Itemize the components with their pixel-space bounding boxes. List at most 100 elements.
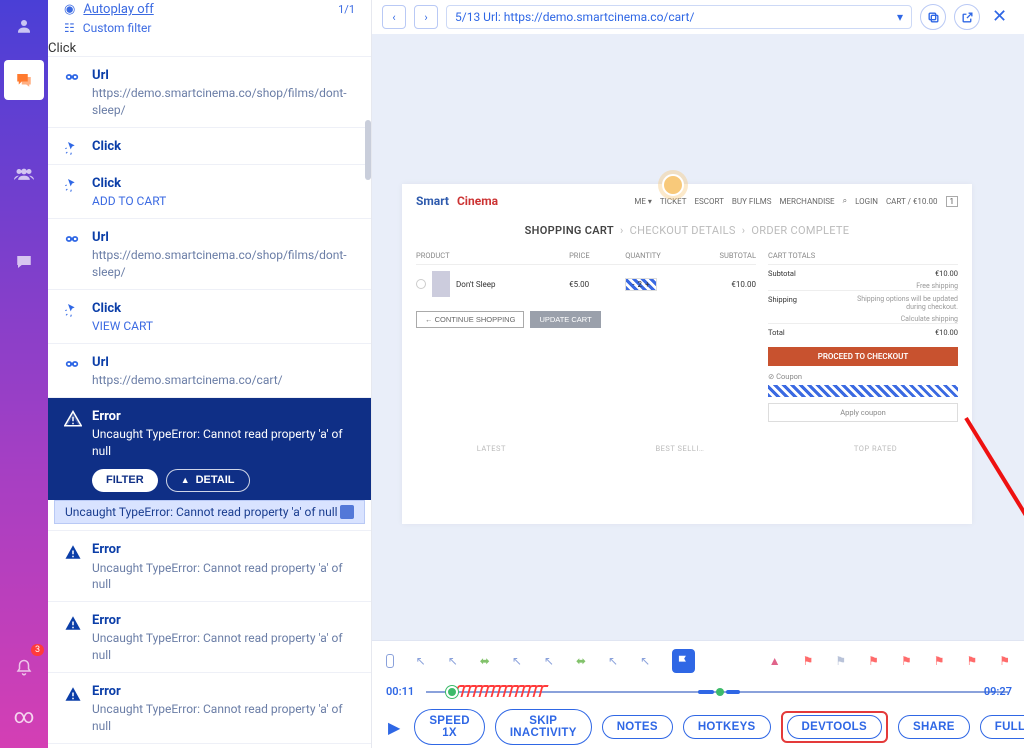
scrollbar-thumb[interactable] — [365, 120, 371, 180]
rail-chat-icon[interactable] — [4, 242, 44, 282]
stop-icon[interactable] — [386, 654, 394, 668]
event-error-active[interactable]: Error Uncaught TypeError: Cannot read pr… — [48, 397, 371, 501]
click-icon-2[interactable]: ↖ — [448, 651, 458, 671]
event-title: Url — [92, 354, 283, 372]
page-footer-tabs: LATEST BEST SELLI… TOP RATED — [402, 432, 972, 465]
nav-next-button[interactable]: › — [414, 5, 438, 29]
error-filter-button[interactable]: FILTER — [92, 469, 158, 492]
event-row[interactable]: Click ADD TO CART — [48, 164, 371, 218]
nav-prev-button[interactable]: ‹ — [382, 5, 406, 29]
click-icon-3[interactable]: ↖ — [512, 651, 522, 671]
coupon-input — [768, 385, 958, 397]
error-icon — [64, 541, 92, 593]
notes-button[interactable]: NOTES — [602, 715, 673, 739]
event-row[interactable]: Click VIEW CART — [48, 289, 371, 343]
ct-calcship: Calculate shipping — [768, 315, 958, 323]
error-detail-line[interactable]: Uncaught TypeError: Cannot read property… — [54, 500, 365, 524]
play-button[interactable]: ▶ — [388, 718, 400, 737]
event-title: Click — [92, 175, 166, 193]
event-error-row[interactable]: Error Uncaught TypeError: Cannot read pr… — [48, 601, 371, 672]
timeline[interactable]: 00:11 09:27 — [426, 685, 1008, 699]
flag-icon-6[interactable]: ⚑ — [966, 651, 977, 671]
ct-total-label: Total — [768, 328, 785, 337]
ct-subtotal-label: Subtotal — [768, 269, 796, 278]
flag-active-icon[interactable] — [672, 649, 695, 673]
th-price: PRICE — [569, 251, 621, 260]
click-icon-5[interactable]: ↖ — [608, 651, 618, 671]
rail-infinity-icon[interactable]: ∞ — [4, 696, 44, 736]
rail-notifications-icon[interactable]: 3 — [4, 648, 44, 688]
time-start: 00:11 — [386, 685, 414, 698]
warn-icon[interactable]: ▲ — [769, 651, 781, 671]
foot-best: BEST SELLI… — [655, 444, 704, 453]
error-message: Uncaught TypeError: Cannot read property… — [92, 701, 355, 735]
fullscreen-button[interactable]: FULLSCREEN — [980, 715, 1024, 739]
hotkeys-button[interactable]: HOTKEYS — [683, 715, 771, 739]
time-end: 09:27 — [984, 685, 1012, 698]
rail-team-icon[interactable] — [4, 154, 44, 194]
event-title: Url — [92, 67, 355, 85]
flag-icon-3[interactable]: ⚑ — [868, 651, 879, 671]
flag-icon-2[interactable]: ⚑ — [835, 651, 846, 671]
link-icon-1[interactable]: ⬌ — [480, 651, 490, 671]
rail-sessions-icon[interactable] — [4, 60, 44, 100]
url-selector[interactable]: 5/13 Url: https://demo.smartcinema.co/ca… — [446, 5, 912, 29]
ct-ship-label: Shipping — [768, 295, 797, 311]
click-icon-1[interactable]: ↖ — [416, 651, 426, 671]
timeline-playhead[interactable] — [446, 686, 458, 698]
nav-me: ME ▾ — [634, 197, 652, 206]
devtools-button[interactable]: DEVTOOLS — [787, 715, 882, 739]
click-icon-4[interactable]: ↖ — [544, 651, 554, 671]
link-icon-2[interactable]: ⬌ — [576, 651, 586, 671]
event-row[interactable]: Click — [48, 127, 371, 164]
custom-filter-row[interactable]: ☷ Custom filter — [48, 21, 371, 41]
skip-inactivity-button[interactable]: SKIP INACTIVITY — [495, 709, 592, 745]
nav-ticket: TICKET — [660, 197, 687, 206]
error-title: Error — [92, 541, 355, 559]
event-title: Url — [92, 229, 355, 247]
event-list: Url https://demo.smartcinema.co/shop/fil… — [48, 56, 371, 397]
th-qty: QUANTITY — [625, 251, 700, 260]
autoplay-icon[interactable]: ◉ — [64, 2, 75, 17]
url-icon — [64, 229, 92, 281]
event-row[interactable]: Url https://demo.smartcinema.co/cart/ — [48, 343, 371, 397]
event-error-row[interactable]: Error Uncaught TypeError: Cannot read pr… — [48, 530, 371, 601]
left-rail: 3 ∞ — [0, 0, 48, 748]
event-error-row[interactable]: Error Uncaught TypeError: Cannot read pr… — [48, 743, 371, 748]
flag-icon-1[interactable]: ⚑ — [803, 651, 814, 671]
chevron-down-icon: ▾ — [897, 10, 903, 24]
click-icon-6[interactable]: ↖ — [640, 651, 650, 671]
event-error-row[interactable]: Error Uncaught TypeError: Cannot read pr… — [48, 672, 371, 743]
coupon-header: ⊘ Coupon — [768, 366, 958, 385]
open-external-button[interactable] — [954, 4, 980, 30]
update-cart-button: UPDATE CART — [530, 311, 600, 328]
error-detail-text: Uncaught TypeError: Cannot read property… — [65, 505, 338, 519]
autoplay-toggle[interactable]: Autoplay off — [83, 2, 153, 17]
error-title: Error — [92, 683, 355, 701]
cart-count: 1 — [946, 196, 959, 207]
nav-buyfilms: BUY FILMS — [732, 197, 772, 206]
share-button[interactable]: SHARE — [898, 715, 970, 739]
copy-icon[interactable] — [340, 505, 354, 519]
error-detail-button[interactable]: ▲DETAIL — [166, 469, 250, 492]
close-button[interactable]: ✕ — [992, 6, 1014, 28]
ct-subtotal-value: €10.00 — [935, 269, 958, 278]
nav-login: LOGIN — [855, 197, 878, 206]
click-icon — [64, 175, 92, 210]
error-message: Uncaught TypeError: Cannot read property… — [92, 630, 355, 664]
qty-stepper: - 2 + — [625, 278, 656, 291]
event-row[interactable]: Url https://demo.smartcinema.co/shop/fil… — [48, 56, 371, 127]
playback-tools: ↖ ↖ ⬌ ↖ ↖ ⬌ ↖ ↖ ▲ ⚑ ⚑ ⚑ ⚑ ⚑ ⚑ ⚑ 00:11 09… — [372, 640, 1024, 748]
rail-user-icon[interactable] — [4, 6, 44, 46]
filter-icon: ☷ — [64, 21, 75, 35]
product-subtotal: €10.00 — [704, 280, 756, 289]
nav-search-icon: ⌕ — [843, 196, 847, 206]
flag-icon-5[interactable]: ⚑ — [934, 651, 945, 671]
url-icon — [64, 67, 92, 119]
flag-icon-4[interactable]: ⚑ — [901, 651, 912, 671]
copy-url-button[interactable] — [920, 4, 946, 30]
flag-icon-7[interactable]: ⚑ — [999, 651, 1010, 671]
logo-part-2: Cinema — [457, 194, 498, 208]
event-row[interactable]: Url https://demo.smartcinema.co/shop/fil… — [48, 218, 371, 289]
speed-button[interactable]: SPEED 1X — [414, 709, 485, 745]
